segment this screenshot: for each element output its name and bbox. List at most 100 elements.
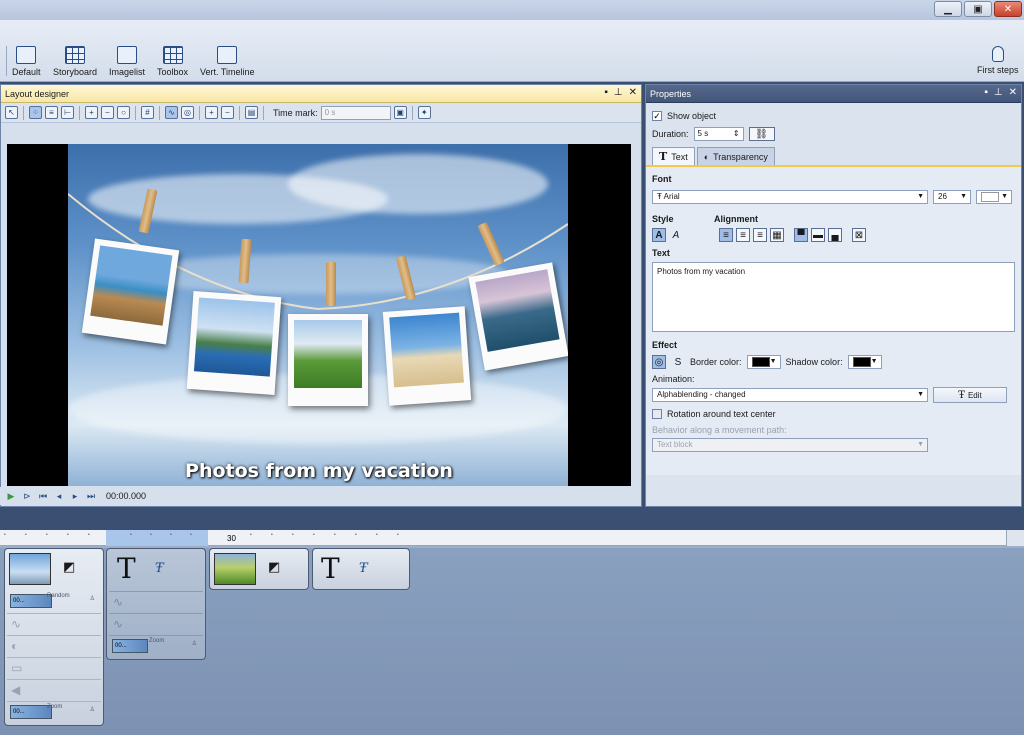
- add-icon[interactable]: +: [205, 106, 218, 119]
- maximize-button[interactable]: ▣: [964, 1, 992, 17]
- toolbar-toolbox-label: Toolbox: [157, 67, 189, 77]
- outline-effect-icon[interactable]: ◎: [652, 355, 666, 369]
- layout-designer-header: Layout designer ▪ ⊥ ✕: [1, 85, 641, 103]
- save-icon[interactable]: ▣: [393, 106, 407, 119]
- text-object-icon: T: [117, 552, 136, 585]
- duration-spinner[interactable]: 5 s ⇕: [693, 127, 744, 141]
- timeline-clip-image[interactable]: ◩ 00... Random ♙ ∿ ◐ ▭ ◀ 00... Zoom ♙: [4, 548, 104, 726]
- shadow-effect-icon[interactable]: S: [671, 355, 685, 369]
- play-from-cursor-icon[interactable]: ⊳: [22, 491, 32, 501]
- align-icon[interactable]: ≡: [45, 106, 58, 119]
- tab-text[interactable]: T Text: [652, 147, 695, 165]
- zoom-label: Zoom: [149, 638, 165, 644]
- preview-stage[interactable]: Photos from my vacation: [7, 144, 631, 486]
- text-content-area[interactable]: Photos from my vacation: [652, 262, 1015, 332]
- toolbar-grip: [6, 46, 7, 76]
- step-forward-icon[interactable]: ▸: [70, 491, 80, 501]
- align-center-icon[interactable]: ≡: [736, 228, 750, 242]
- camera-icon[interactable]: ◎: [181, 106, 194, 119]
- zoom-lane[interactable]: 00... Zoom ♙: [7, 701, 101, 721]
- animation-select[interactable]: Alphablending - changed ▼: [652, 388, 928, 402]
- text-effect-icon[interactable]: Ŧ: [155, 561, 164, 576]
- timeline-clip-image-2[interactable]: ◩: [209, 548, 309, 590]
- play-icon[interactable]: ▶: [6, 491, 16, 501]
- font-family-select[interactable]: Ŧ Arial ▼: [652, 190, 928, 204]
- grid-icon[interactable]: #: [141, 106, 154, 119]
- rotation-checkbox[interactable]: [652, 409, 662, 419]
- zoom-lane[interactable]: 00... Zoom ♙: [109, 635, 203, 655]
- align-right-icon[interactable]: ≡: [753, 228, 767, 242]
- panel-menu-icon[interactable]: ▪: [984, 87, 988, 98]
- grid-snap-icon[interactable]: ⁘: [29, 106, 42, 119]
- skip-to-end-icon[interactable]: ⏭: [86, 491, 96, 501]
- select-pointer-icon[interactable]: ↖: [5, 106, 18, 119]
- valign-top-icon[interactable]: ▀: [794, 228, 808, 242]
- image-properties-icon[interactable]: ◩: [63, 559, 75, 575]
- sound-lane[interactable]: ◀: [7, 679, 101, 699]
- shadow-color-picker[interactable]: ▼: [847, 355, 882, 369]
- toolbar-vert-timeline-button[interactable]: Vert. Timeline: [200, 46, 255, 77]
- panel-pin-icon[interactable]: ⊥: [994, 87, 1003, 98]
- clip-animation-lane[interactable]: 00... Random ♙: [7, 591, 101, 611]
- person-icon: ♙: [89, 707, 95, 713]
- stage-caption-text[interactable]: Photos from my vacation: [7, 460, 631, 482]
- panel-close-icon[interactable]: ✕: [629, 87, 637, 98]
- toolbar-imagelist-button[interactable]: Imagelist: [109, 46, 145, 77]
- zoom-in-icon[interactable]: +: [85, 106, 98, 119]
- close-button[interactable]: ✕: [994, 1, 1022, 17]
- camera-lane[interactable]: ▭: [7, 657, 101, 677]
- timeline-scroll-button[interactable]: [1006, 530, 1024, 546]
- valign-middle-icon[interactable]: ▬: [811, 228, 825, 242]
- link-icon[interactable]: ⛓: [748, 127, 775, 141]
- layout-designer-title: Layout designer: [5, 88, 70, 99]
- motion-lane[interactable]: ∿: [109, 591, 203, 611]
- movement-path-value: Text block: [657, 440, 693, 449]
- step-back-icon[interactable]: ◂: [54, 491, 64, 501]
- timeline-clip-text-2[interactable]: T Ŧ: [312, 548, 410, 590]
- zoom-out-icon[interactable]: −: [101, 106, 114, 119]
- toolbar-storyboard-label: Storyboard: [53, 67, 98, 77]
- image-properties-icon[interactable]: ◩: [268, 559, 280, 575]
- panel-pin-icon[interactable]: ⊥: [614, 87, 623, 98]
- toolbar-storyboard-button[interactable]: Storyboard: [53, 46, 97, 77]
- italic-icon[interactable]: A: [669, 228, 683, 242]
- motion-lane[interactable]: ∿: [109, 613, 203, 633]
- timeline-ruler[interactable]: • • • • • • • • • 30 • • • • • • • •: [0, 530, 1006, 546]
- valign-bottom-icon[interactable]: ▄: [828, 228, 842, 242]
- zoom-fit-icon[interactable]: ○: [117, 106, 130, 119]
- motion-lane[interactable]: ∿: [7, 613, 101, 633]
- remove-icon[interactable]: −: [221, 106, 234, 119]
- minimize-button[interactable]: ▁: [934, 1, 962, 17]
- timeline: • • • • • • • • • 30 • • • • • • • • ◩ 00... Random ♙ …: [0, 530, 1024, 735]
- tab-transparency[interactable]: ◐ Transparency: [696, 147, 775, 165]
- panel-menu-icon[interactable]: ▪: [604, 87, 608, 98]
- show-object-checkbox[interactable]: ✓: [652, 111, 662, 121]
- fit-text-icon[interactable]: ⊠: [852, 228, 866, 242]
- layout-dropdown-icon[interactable]: ▤: [245, 106, 258, 119]
- motion-path-icon: ∿: [113, 594, 124, 609]
- align-left-icon[interactable]: ≡: [719, 228, 733, 242]
- motion-path-icon[interactable]: ∿: [165, 106, 178, 119]
- animation-bar: 00...: [10, 594, 52, 608]
- edit-animation-button[interactable]: Ŧ Edit: [933, 387, 1007, 403]
- align-justify-icon[interactable]: ▦: [770, 228, 784, 242]
- timeline-clip-text-selected[interactable]: T Ŧ ∿ ∿ 00... Zoom ♙: [106, 548, 206, 660]
- bold-icon[interactable]: A: [652, 228, 666, 242]
- font-color-swatch: [981, 192, 999, 202]
- toolbar-toolbox-button[interactable]: Toolbox: [157, 46, 188, 77]
- text-effect-icon[interactable]: Ŧ: [359, 561, 368, 576]
- duration-value: 5 s: [697, 129, 709, 138]
- animation-value: Alphablending - changed: [657, 390, 746, 399]
- first-steps-button[interactable]: First steps: [977, 46, 1019, 75]
- toolbar-default-button[interactable]: Default: [12, 46, 41, 77]
- skip-to-start-icon[interactable]: ⏮: [38, 491, 48, 501]
- toolbox-icon: [162, 46, 183, 64]
- guides-icon[interactable]: ⊢: [61, 106, 74, 119]
- panel-close-icon[interactable]: ✕: [1009, 87, 1017, 98]
- font-size-select[interactable]: 26 ▼: [933, 190, 971, 204]
- font-color-picker[interactable]: ▼: [976, 190, 1012, 204]
- transparency-lane[interactable]: ◐: [7, 635, 101, 655]
- wand-icon[interactable]: ✦: [417, 106, 431, 119]
- time-mark-input[interactable]: 0 s: [320, 105, 391, 120]
- border-color-picker[interactable]: ▼: [746, 355, 781, 369]
